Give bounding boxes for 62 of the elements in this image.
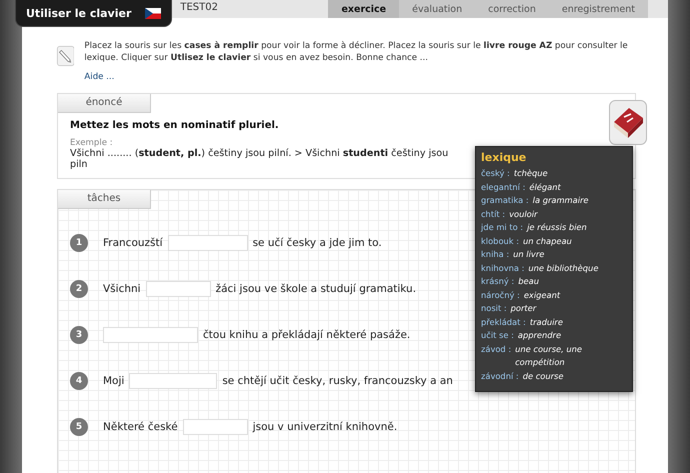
lexicon-translation: beau: [518, 275, 539, 288]
lexicon-term: kniha :: [481, 248, 510, 261]
instruction-text: Mettez les mots en nominatif pluriel.: [70, 120, 280, 131]
instructions-text: Placez la souris sur les cases à remplir pour voir la forme à décliner. Placez la souris sur le livre rouge AZ pour consulter le lexique. Cliquer sur Utlisez le clavier si vous en avez besoin. Bonne chance ...: [84, 40, 629, 64]
example-text: Všichni ........ (student, pl.) češtiny jsou pilní. > Všichni studenti češtiny jsou piln: [70, 148, 450, 170]
lexicon-title: lexique: [481, 151, 528, 164]
sentence-end: čtou knihu a překládají některé pasáže.: [203, 329, 410, 341]
flag-icon: [145, 8, 162, 18]
sentence-end: se učí česky a jde jim to.: [252, 237, 382, 249]
lexicon-term: krásný :: [481, 275, 514, 288]
lexicon-term: učit se :: [481, 329, 514, 342]
answer-field[interactable]: [103, 327, 198, 343]
answer-field[interactable]: [146, 281, 211, 297]
lexicon-translation: tchèque: [514, 167, 548, 180]
lexicon-term: klobouk :: [481, 234, 520, 248]
dictionary-book-icon[interactable]: [609, 100, 647, 145]
sentence-start: Některé české: [103, 421, 178, 433]
lexicon-translation: élégant: [529, 180, 561, 194]
step-tab[interactable]: correction: [475, 0, 549, 18]
lexicon-term: knihovna :: [481, 262, 524, 274]
lexicon-term: český :: [481, 167, 510, 180]
number-badge: 3: [70, 326, 88, 344]
sentence-start: Všichni: [103, 283, 141, 295]
page-title: TEST02: [180, 1, 218, 15]
number-badge: 5: [70, 418, 88, 436]
sentence-start: Francouzští: [103, 237, 163, 249]
lexicon-translation: je réussis bien: [527, 221, 587, 234]
lexicon-translation: de course: [522, 370, 564, 382]
answer-field[interactable]: [168, 235, 248, 251]
lexicon-term: závodní :: [481, 370, 519, 382]
help-link[interactable]: Aide ...: [84, 72, 114, 82]
number-badge: 1: [70, 234, 88, 252]
sentence-start: Moji: [103, 375, 124, 387]
lexicon-term: gramatika :: [481, 194, 529, 207]
lexicon-term: překládat :: [481, 316, 526, 329]
lexicon-term: elegantní :: [481, 180, 526, 194]
lexicon-term: závod :: [481, 342, 512, 356]
lexicon-translation: exigeant: [524, 288, 560, 302]
answer-field[interactable]: [129, 373, 218, 389]
lexicon-term: náročný :: [481, 288, 520, 302]
lexicon-term: nosit :: [481, 302, 507, 315]
number-badge: 4: [70, 372, 88, 390]
sentence-end: se chtějí učit česky, rusky, francouzsky a an: [222, 375, 453, 387]
lexicon-translation: la grammaire: [532, 194, 589, 207]
lexicon-translation: porter: [510, 302, 536, 315]
step-tab[interactable]: enregistrement: [548, 0, 648, 18]
lexicon-translation: vouloir: [509, 208, 538, 220]
lexicon-translation: un livre: [513, 248, 544, 261]
answer-field[interactable]: [182, 419, 248, 435]
sentence-end: jsou v univerzitní knihovně.: [252, 421, 398, 433]
lexicon-translation: une bibliothèque: [528, 262, 598, 275]
keyboard-button[interactable]: Utiliser le clavier: [15, 0, 172, 27]
lexicon-translation: un chapeau: [523, 234, 572, 248]
step-tab[interactable]: exercice: [328, 0, 400, 18]
lexicon-term: jde mi to :: [481, 221, 524, 234]
step-tab[interactable]: évaluation: [399, 0, 476, 18]
lexicon-term: chtít :: [481, 208, 506, 220]
lexicon-translation: apprendre: [518, 329, 562, 342]
sentence-end: žáci jsou ve škole a studují gramatiku.: [216, 283, 416, 295]
number-badge: 2: [70, 280, 88, 298]
example-label: Exemple :: [70, 138, 114, 148]
lexicon-translation: traduire: [530, 316, 563, 328]
